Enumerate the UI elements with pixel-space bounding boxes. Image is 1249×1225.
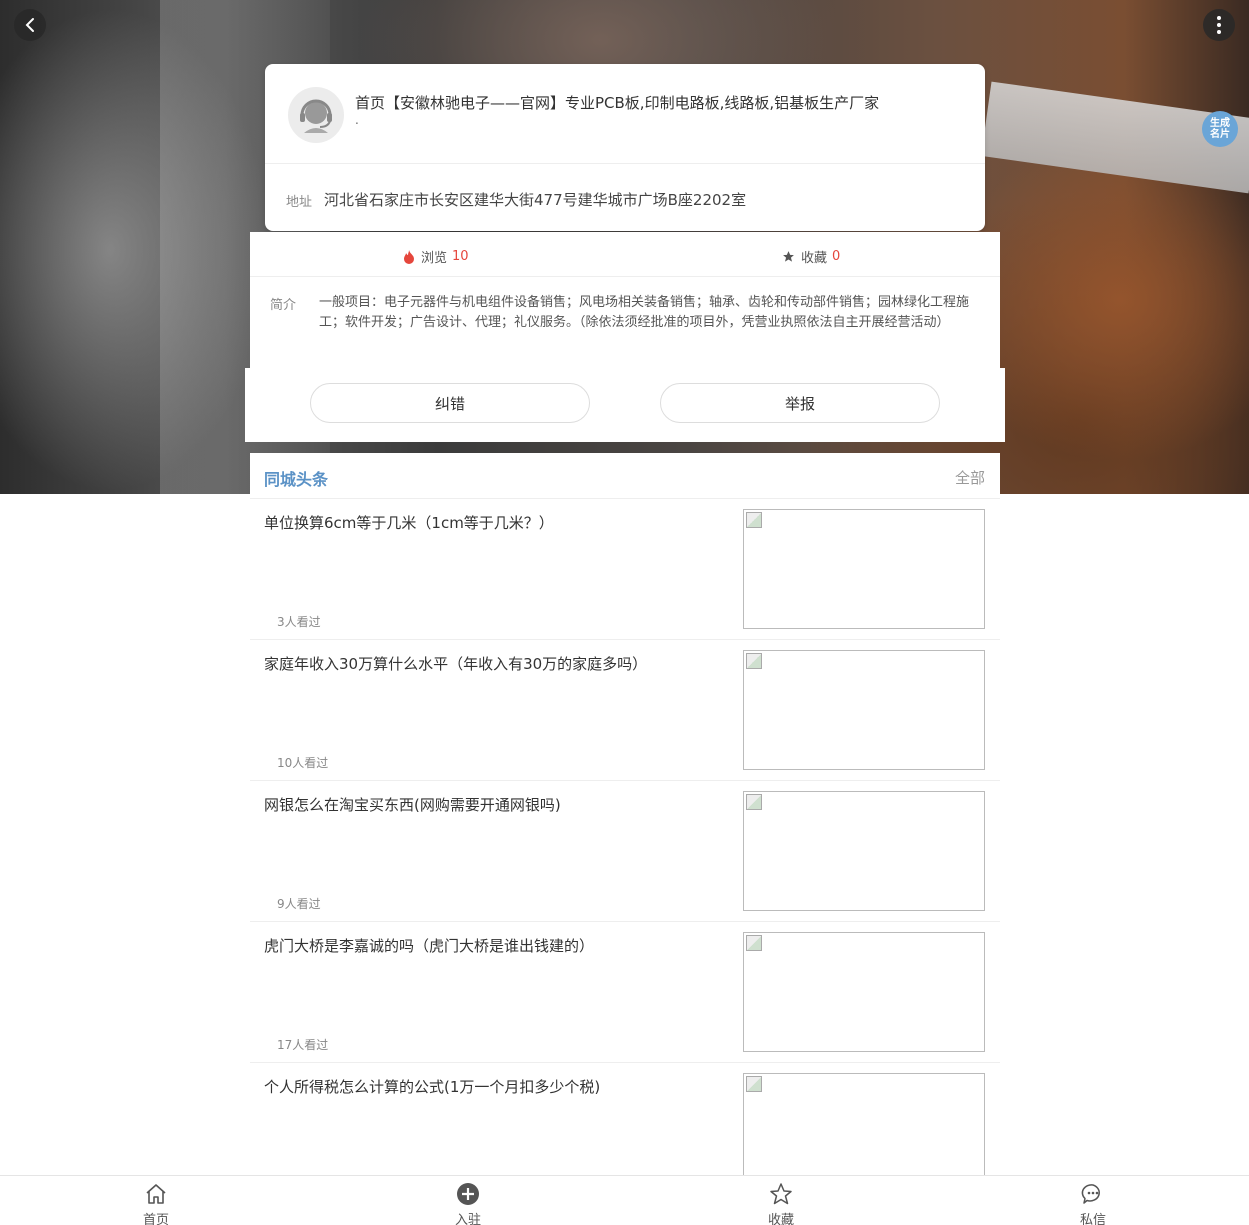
bottom-tab-bar: 首页 入驻 收藏 私信: [0, 1175, 1249, 1225]
news-item[interactable]: 虎门大桥是李嘉诚的吗（虎门大桥是谁出钱建的） 17人看过: [250, 922, 1000, 1063]
vertical-dots-icon: [1217, 15, 1221, 36]
news-item-title[interactable]: 网银怎么在淘宝买东西(网购需要开通网银吗): [264, 794, 724, 815]
tab-join[interactable]: 入驻: [438, 1181, 498, 1225]
info-panel: 浏览 10 收藏 0 简介 一般项目：电子元器件与机电组件设备销售；风电场相关装…: [250, 232, 1000, 368]
star-outline-icon: [770, 1183, 792, 1205]
news-item-views: 17人看过: [277, 1038, 329, 1052]
broken-image-icon: [746, 512, 762, 528]
broken-image-icon: [746, 653, 762, 669]
intro-text: 一般项目：电子元器件与机电组件设备销售；风电场相关装备销售；轴承、齿轮和传动部件…: [319, 295, 970, 330]
tab-messages[interactable]: 私信: [1063, 1181, 1123, 1225]
tab-messages-label: 私信: [1079, 1213, 1106, 1225]
tab-home-label: 首页: [142, 1213, 169, 1225]
intro-label: 简介: [270, 298, 297, 313]
chat-bubble-icon: [1081, 1184, 1100, 1204]
broken-image-icon: [746, 935, 762, 951]
news-item[interactable]: 单位换算6cm等于几米（1cm等于几米？） 3人看过: [250, 499, 1000, 640]
news-section: 同城头条 全部 单位换算6cm等于几米（1cm等于几米？） 3人看过 家庭年收入…: [250, 453, 1000, 1204]
favorites-label: 收藏: [801, 251, 828, 266]
action-panel: 纠错 举报: [245, 368, 1005, 442]
tab-home[interactable]: 首页: [126, 1181, 186, 1225]
news-section-title: 同城头条: [264, 470, 329, 489]
news-item[interactable]: 网银怎么在淘宝买东西(网购需要开通网银吗) 9人看过: [250, 781, 1000, 922]
news-item[interactable]: 家庭年收入30万算什么水平（年收入有30万的家庭多吗） 10人看过: [250, 640, 1000, 781]
generate-card-button[interactable]: 生成名片: [1202, 111, 1238, 147]
news-thumbnail[interactable]: [743, 650, 985, 770]
customer-service-icon: [300, 99, 332, 133]
news-item-views: 10人看过: [277, 756, 329, 770]
news-thumbnail[interactable]: [743, 509, 985, 629]
news-header: 同城头条 全部: [250, 453, 1000, 499]
favorites-count: 0: [832, 249, 841, 264]
broken-image-icon: [746, 1076, 762, 1092]
news-thumbnail[interactable]: [743, 932, 985, 1052]
tab-join-label: 入驻: [454, 1213, 481, 1225]
news-item-views: 9人看过: [277, 897, 321, 911]
correct-button[interactable]: 纠错: [310, 383, 590, 423]
news-item-title[interactable]: 虎门大桥是李嘉诚的吗（虎门大桥是谁出钱建的）: [264, 935, 724, 956]
plus-circle-icon: [457, 1183, 479, 1205]
address-label: 地址: [286, 195, 313, 210]
company-card: 首页【安徽林驰电子——官网】专业PCB板,印制电路板,线路板,铝基板生产厂家 .…: [265, 64, 985, 231]
news-item-title[interactable]: 家庭年收入30万算什么水平（年收入有30万的家庭多吗）: [264, 653, 724, 674]
views-label: 浏览: [421, 251, 448, 266]
views-count: 10: [452, 249, 469, 264]
tab-favorites-label: 收藏: [767, 1213, 794, 1225]
divider: [265, 163, 985, 164]
tab-favorites[interactable]: 收藏: [751, 1181, 811, 1225]
more-button[interactable]: [1203, 9, 1235, 41]
news-item-title[interactable]: 单位换算6cm等于几米（1cm等于几米？）: [264, 512, 724, 533]
favorites-stat: 收藏 0: [782, 247, 840, 266]
news-all-link[interactable]: 全部: [955, 467, 985, 488]
home-icon: [146, 1184, 166, 1204]
fire-icon: [404, 249, 414, 264]
chevron-left-icon: [25, 18, 34, 32]
broken-image-icon: [746, 794, 762, 810]
report-button[interactable]: 举报: [660, 383, 940, 423]
back-button[interactable]: [14, 9, 46, 41]
company-name: 首页【安徽林驰电子——官网】专业PCB板,印制电路板,线路板,铝基板生产厂家 .: [355, 94, 880, 127]
stats-row: 浏览 10 收藏 0: [250, 232, 1000, 277]
star-icon: [783, 251, 794, 262]
news-item-views: 3人看过: [277, 615, 321, 629]
news-thumbnail[interactable]: [743, 791, 985, 911]
news-item-title[interactable]: 个人所得税怎么计算的公式(1万一个月扣多少个税): [264, 1076, 724, 1097]
address-value: 河北省石家庄市长安区建华大街477号建华城市广场B座2202室: [324, 191, 747, 209]
avatar: [288, 87, 344, 143]
views-stat: 浏览 10: [403, 247, 469, 266]
